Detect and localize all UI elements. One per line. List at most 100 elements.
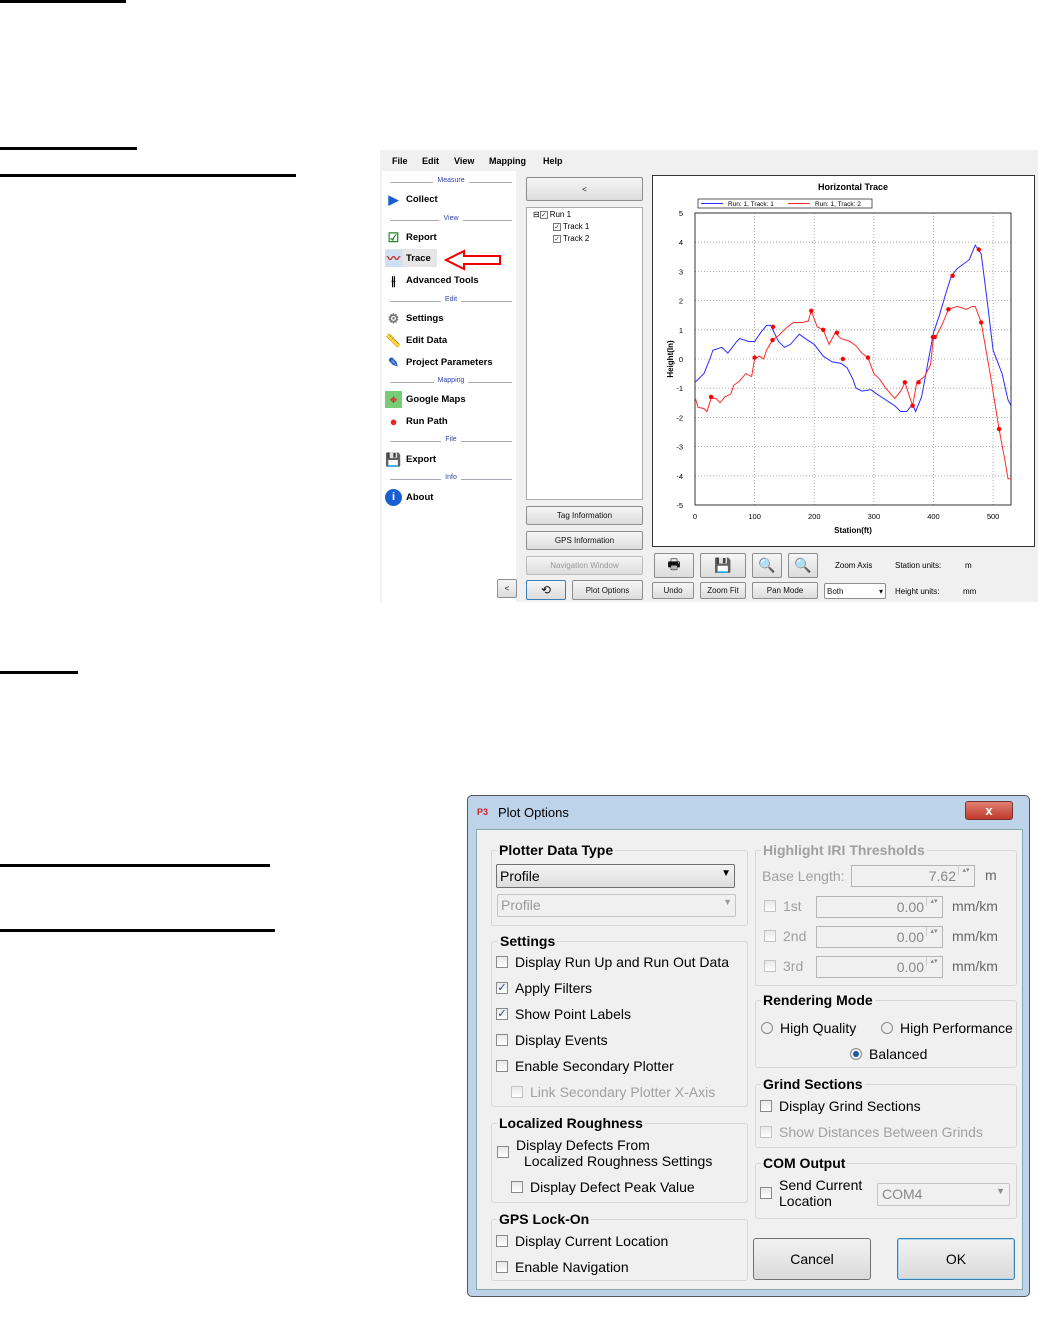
- gps-lock-on-title: GPS Lock-On: [497, 1211, 592, 1227]
- base-length-field[interactable]: 7.62: [851, 865, 975, 887]
- show-distances-checkbox[interactable]: Show Distances Between Grinds: [760, 1124, 983, 1140]
- threshold-3rd-field[interactable]: 0.00: [816, 956, 943, 978]
- display-defect-peak-checkbox[interactable]: Display Defect Peak Value: [511, 1179, 695, 1195]
- threshold-3rd-checkbox[interactable]: 3rd: [764, 958, 803, 974]
- menu-mapping[interactable]: Mapping: [489, 156, 526, 166]
- point-label-marker: [946, 307, 951, 312]
- undo-button[interactable]: Undo: [652, 582, 694, 599]
- plotter-data-type-select[interactable]: Profile ▼: [496, 864, 735, 888]
- app-logo-icon: P3: [477, 807, 489, 817]
- point-label-marker: [708, 394, 714, 400]
- close-icon: x: [985, 803, 993, 818]
- printer-icon: 🖶: [667, 555, 681, 572]
- nav-report[interactable]: ☑ Report: [385, 228, 437, 246]
- map-icon: ⌖: [385, 390, 402, 408]
- point-label-marker: [752, 355, 757, 360]
- nav-run-path[interactable]: ● Run Path: [385, 412, 448, 430]
- nav-edit-data[interactable]: 📏 Edit Data: [385, 331, 447, 349]
- link-secondary-x-axis-checkbox[interactable]: Link Secondary Plotter X-Axis: [511, 1084, 715, 1100]
- tag-information-button[interactable]: Tag Information: [526, 506, 643, 525]
- section-info: Info: [390, 474, 512, 484]
- plot-options-button[interactable]: Plot Options: [572, 580, 643, 600]
- legend-label: Run: 1, Track: 2: [815, 201, 861, 208]
- nav-google-maps[interactable]: ⌖ Google Maps: [385, 390, 466, 408]
- point-label-marker: [976, 247, 982, 252]
- threshold-1st-checkbox[interactable]: 1st: [764, 898, 802, 914]
- threshold-3rd-unit: mm/km: [952, 958, 998, 974]
- rendering-mode-title: Rendering Mode: [761, 992, 875, 1008]
- display-current-location-checkbox[interactable]: Display Current Location: [496, 1233, 668, 1249]
- y-tick-label: -3: [676, 443, 683, 452]
- nav-advanced-tools[interactable]: ⫲ Advanced Tools: [385, 271, 478, 289]
- report-icon: ☑: [387, 229, 400, 245]
- refresh-button[interactable]: ⟲: [526, 580, 566, 600]
- plotter-data-type-title: Plotter Data Type: [497, 842, 616, 858]
- y-tick-label: 3: [679, 267, 683, 276]
- y-tick-label: -4: [676, 472, 683, 481]
- display-events-checkbox[interactable]: Display Events: [496, 1032, 608, 1048]
- ok-button[interactable]: OK: [897, 1238, 1015, 1280]
- nav-export[interactable]: 💾 Export: [385, 450, 436, 468]
- com-port-select[interactable]: COM4 ▼: [877, 1183, 1010, 1206]
- zoom-axis-select[interactable]: Both ▾: [824, 583, 886, 599]
- tree-node-track-1[interactable]: ✓ Track 1: [553, 222, 589, 231]
- point-label-marker: [932, 334, 937, 340]
- send-current-location-checkbox[interactable]: Send Current Location: [760, 1177, 862, 1209]
- point-label-marker: [770, 337, 775, 343]
- zoom-in-button[interactable]: 🔍: [752, 553, 782, 578]
- legend-label: Run: 1, Track: 1: [728, 201, 774, 208]
- nav-settings[interactable]: ⚙ Settings: [385, 309, 444, 327]
- threshold-2nd-checkbox[interactable]: 2nd: [764, 928, 806, 944]
- show-point-labels-checkbox[interactable]: ✓ Show Point Labels: [496, 1006, 631, 1022]
- menu-help[interactable]: Help: [543, 156, 563, 166]
- section-mapping: Mapping: [390, 377, 512, 387]
- nav-collect[interactable]: ▶ Collect: [385, 190, 438, 208]
- tree-node-run[interactable]: ⊟✓ Run 1: [533, 210, 571, 219]
- heading-underline: [0, 0, 126, 3]
- tree-node-track-2[interactable]: ✓ Track 2: [553, 234, 589, 243]
- section-measure: Measure: [390, 177, 512, 187]
- y-tick-label: -1: [676, 384, 683, 393]
- close-button[interactable]: x: [965, 801, 1013, 820]
- zoom-out-button[interactable]: 🔍: [788, 553, 818, 578]
- display-run-up-checkbox[interactable]: Display Run Up and Run Out Data: [496, 954, 729, 970]
- iri-thresholds-title: Highlight IRI Thresholds: [761, 842, 927, 858]
- threshold-2nd-field[interactable]: 0.00: [816, 926, 943, 948]
- chart-title: Horizontal Trace: [818, 182, 888, 192]
- horizontal-trace-chart[interactable]: Horizontal Trace 0 100 200 300 400 500 5 4 3 2 1 0 -1…: [653, 176, 1034, 546]
- zoom-fit-button[interactable]: Zoom Fit: [700, 582, 746, 599]
- enable-navigation-checkbox[interactable]: Enable Navigation: [496, 1259, 629, 1275]
- chart-panel: Horizontal Trace 0 100 200 300 400 500 5 4 3 2 1 0 -1…: [652, 175, 1035, 547]
- secondary-data-type-select[interactable]: Profile ▼: [497, 894, 736, 917]
- nav-project-parameters[interactable]: ✎ Project Parameters: [385, 353, 493, 371]
- x-tick-label: 500: [987, 512, 1000, 521]
- menu-edit[interactable]: Edit: [422, 156, 439, 166]
- run-tree: ⊟✓ Run 1 ✓ Track 1 ✓ Track 2: [526, 207, 643, 500]
- high-quality-radio[interactable]: High Quality: [761, 1020, 856, 1036]
- collapse-panel-button[interactable]: <: [526, 177, 643, 201]
- high-performance-radio[interactable]: High Performance: [881, 1020, 1013, 1036]
- apply-filters-checkbox[interactable]: ✓ Apply Filters: [496, 980, 592, 996]
- menu-file[interactable]: File: [392, 156, 408, 166]
- display-grind-sections-checkbox[interactable]: Display Grind Sections: [760, 1098, 921, 1114]
- y-tick-label: -5: [676, 501, 683, 510]
- enable-secondary-plotter-checkbox[interactable]: Enable Secondary Plotter: [496, 1058, 674, 1074]
- back-button[interactable]: <: [497, 579, 517, 598]
- dropdown-arrow-icon: ▾: [878, 586, 883, 596]
- balanced-radio[interactable]: Balanced: [850, 1046, 927, 1062]
- save-button[interactable]: 💾: [700, 553, 746, 578]
- print-button[interactable]: 🖶: [654, 553, 694, 578]
- grind-sections-title: Grind Sections: [761, 1076, 865, 1092]
- gps-information-button[interactable]: GPS Information: [526, 531, 643, 550]
- nav-about[interactable]: i About: [385, 488, 433, 506]
- x-tick-label: 200: [808, 512, 821, 521]
- menu-view[interactable]: View: [454, 156, 474, 166]
- display-defects-checkbox[interactable]: Display Defects From Localized Roughness …: [497, 1137, 712, 1169]
- floppy-icon: 💾: [714, 557, 732, 573]
- threshold-1st-field[interactable]: 0.00: [816, 896, 943, 918]
- navigation-window-button[interactable]: Navigation Window: [526, 556, 643, 575]
- nav-trace[interactable]: 〰 Trace: [385, 249, 437, 267]
- point-label-marker: [865, 355, 871, 360]
- cancel-button[interactable]: Cancel: [753, 1238, 871, 1280]
- pan-mode-button[interactable]: Pan Mode: [752, 582, 818, 599]
